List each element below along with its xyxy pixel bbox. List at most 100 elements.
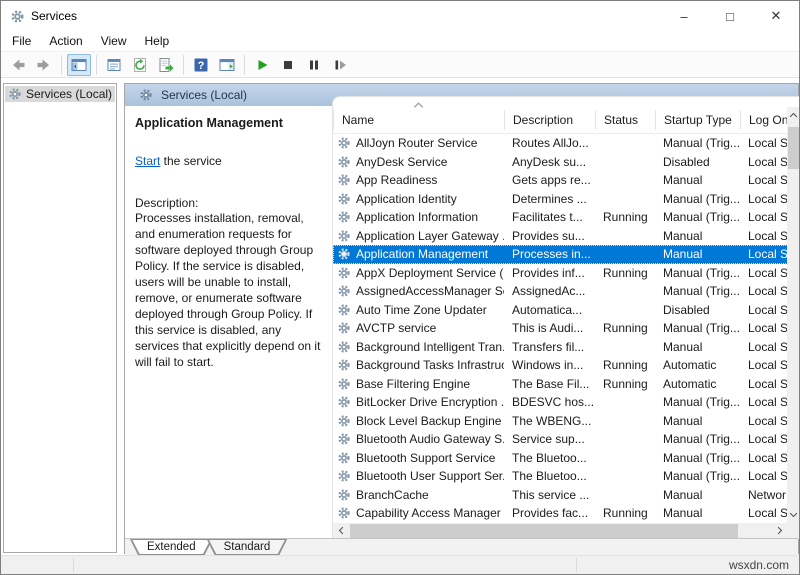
properties-button[interactable] [102, 54, 126, 76]
table-row[interactable]: Block Level Backup Engine ... The WBENG.… [333, 412, 788, 431]
table-row[interactable]: Application Information Facilitates t...… [333, 208, 788, 227]
service-log-on-cell: Local Sy [740, 247, 788, 261]
refresh-button[interactable] [128, 54, 152, 76]
menu-help[interactable]: Help [136, 32, 179, 50]
vertical-scrollbar[interactable] [787, 107, 800, 523]
start-service-link[interactable]: Start [135, 154, 160, 168]
toolbar-separator [244, 55, 245, 75]
start-service-button[interactable] [250, 54, 274, 76]
table-row[interactable]: Auto Time Zone Updater Automatica... Dis… [333, 301, 788, 320]
status-bar: wsxdn.com [1, 555, 799, 574]
table-row[interactable]: Application Management Processes in... M… [333, 245, 788, 264]
close-button[interactable]: ✕ [753, 1, 799, 31]
column-header-startup-type[interactable]: Startup Type [655, 110, 740, 130]
service-log-on-cell: Local Sy [740, 340, 788, 354]
scroll-right-button[interactable] [772, 523, 788, 540]
table-row[interactable]: Bluetooth Audio Gateway S... Service sup… [333, 430, 788, 449]
forward-button[interactable] [32, 54, 56, 76]
minimize-button[interactable]: – [661, 1, 707, 31]
table-row[interactable]: AllJoyn Router Service Routes AllJo... M… [333, 134, 788, 153]
table-row[interactable]: Capability Access Manager ... Provides f… [333, 504, 788, 523]
toolbar: ? [1, 51, 799, 78]
table-row[interactable]: BitLocker Drive Encryption ... BDESVC ho… [333, 393, 788, 412]
service-status-cell: Running [595, 358, 655, 372]
restart-service-icon [332, 57, 348, 73]
table-row[interactable]: AnyDesk Service AnyDesk su... Disabled L… [333, 153, 788, 172]
service-gear-icon [337, 340, 351, 354]
service-startup-type-cell: Manual (Trig... [655, 432, 740, 446]
service-name-cell: Application Information [356, 210, 478, 224]
extended-description-pane: Application Management Start the service… [125, 106, 331, 538]
menu-view[interactable]: View [92, 32, 136, 50]
tree-item-services-local[interactable]: Services (Local) [5, 86, 115, 102]
table-row[interactable]: BranchCache This service ... Manual Netw… [333, 486, 788, 505]
service-gear-icon [337, 247, 351, 261]
table-row[interactable]: Bluetooth User Support Ser... The Blueto… [333, 467, 788, 486]
service-startup-type-cell: Manual [655, 229, 740, 243]
help-icon: ? [193, 57, 209, 73]
view-tabs: Extended Standard [125, 538, 798, 555]
help-button[interactable]: ? [189, 54, 213, 76]
scroll-left-button[interactable] [333, 523, 349, 540]
table-row[interactable]: Application Layer Gateway ... Provides s… [333, 227, 788, 246]
service-name-cell: Capability Access Manager ... [356, 506, 504, 520]
service-log-on-cell: Local Se [740, 229, 788, 243]
column-header-log-on[interactable]: Log On [740, 110, 788, 130]
horizontal-scrollbar[interactable] [333, 523, 788, 540]
show-action-pane-button[interactable] [215, 54, 239, 76]
show-console-tree-button[interactable] [67, 54, 91, 76]
table-row[interactable]: AVCTP service This is Audi... Running Ma… [333, 319, 788, 338]
service-startup-type-cell: Automatic [655, 377, 740, 391]
service-description-cell: The Base Fil... [504, 377, 595, 391]
status-divider [73, 558, 74, 572]
sort-ascending-icon [413, 101, 424, 109]
tab-standard[interactable]: Standard [207, 539, 288, 555]
scroll-down-button[interactable] [787, 507, 800, 523]
service-startup-type-cell: Disabled [655, 155, 740, 169]
menu-action[interactable]: Action [40, 32, 91, 50]
service-name-cell: BitLocker Drive Encryption ... [356, 395, 504, 409]
service-name-cell: AssignedAccessManager Se... [356, 284, 504, 298]
show-console-tree-icon [71, 57, 87, 73]
table-row[interactable]: AssignedAccessManager Se... AssignedAc..… [333, 282, 788, 301]
service-log-on-cell: Local Sy [740, 469, 788, 483]
back-button[interactable] [6, 54, 30, 76]
service-log-on-cell: Local Sy [740, 358, 788, 372]
toolbar-separator [96, 55, 97, 75]
services-gear-icon [139, 88, 153, 102]
title-bar[interactable]: Services – □ ✕ [1, 1, 799, 31]
column-header-status[interactable]: Status [595, 110, 655, 130]
restart-service-button[interactable] [328, 54, 352, 76]
service-gear-icon [337, 155, 351, 169]
table-row[interactable]: Background Tasks Infrastruc... Windows i… [333, 356, 788, 375]
service-startup-type-cell: Manual (Trig... [655, 284, 740, 298]
service-status-cell: Running [595, 266, 655, 280]
table-row[interactable]: AppX Deployment Service (... Provides in… [333, 264, 788, 283]
tab-extended[interactable]: Extended [130, 539, 213, 555]
menu-file[interactable]: File [3, 32, 40, 50]
export-list-button[interactable] [154, 54, 178, 76]
horizontal-scroll-thumb[interactable] [350, 524, 738, 539]
service-name-cell: BranchCache [356, 488, 429, 502]
stop-service-button[interactable] [276, 54, 300, 76]
service-startup-type-cell: Manual (Trig... [655, 469, 740, 483]
service-log-on-cell: Local Se [740, 432, 788, 446]
service-log-on-cell: Local Se [740, 451, 788, 465]
table-row[interactable]: Base Filtering Engine The Base Fil... Ru… [333, 375, 788, 394]
service-action-line: Start the service [135, 154, 321, 168]
scroll-up-button[interactable] [787, 107, 800, 123]
table-row[interactable]: Application Identity Determines ... Manu… [333, 190, 788, 209]
service-log-on-cell: Local Se [740, 192, 788, 206]
service-name-cell: Auto Time Zone Updater [356, 303, 487, 317]
table-row[interactable]: App Readiness Gets apps re... Manual Loc… [333, 171, 788, 190]
service-log-on-cell: Local Se [740, 377, 788, 391]
service-name-cell: Application Layer Gateway ... [356, 229, 504, 243]
service-gear-icon [337, 266, 351, 280]
column-header-description[interactable]: Description [504, 110, 595, 130]
table-row[interactable]: Background Intelligent Tran... Transfers… [333, 338, 788, 357]
column-header-name[interactable]: Name [333, 110, 504, 130]
vertical-scroll-thumb[interactable] [788, 127, 799, 169]
maximize-button[interactable]: □ [707, 1, 753, 31]
pause-service-button[interactable] [302, 54, 326, 76]
table-row[interactable]: Bluetooth Support Service The Bluetoo...… [333, 449, 788, 468]
